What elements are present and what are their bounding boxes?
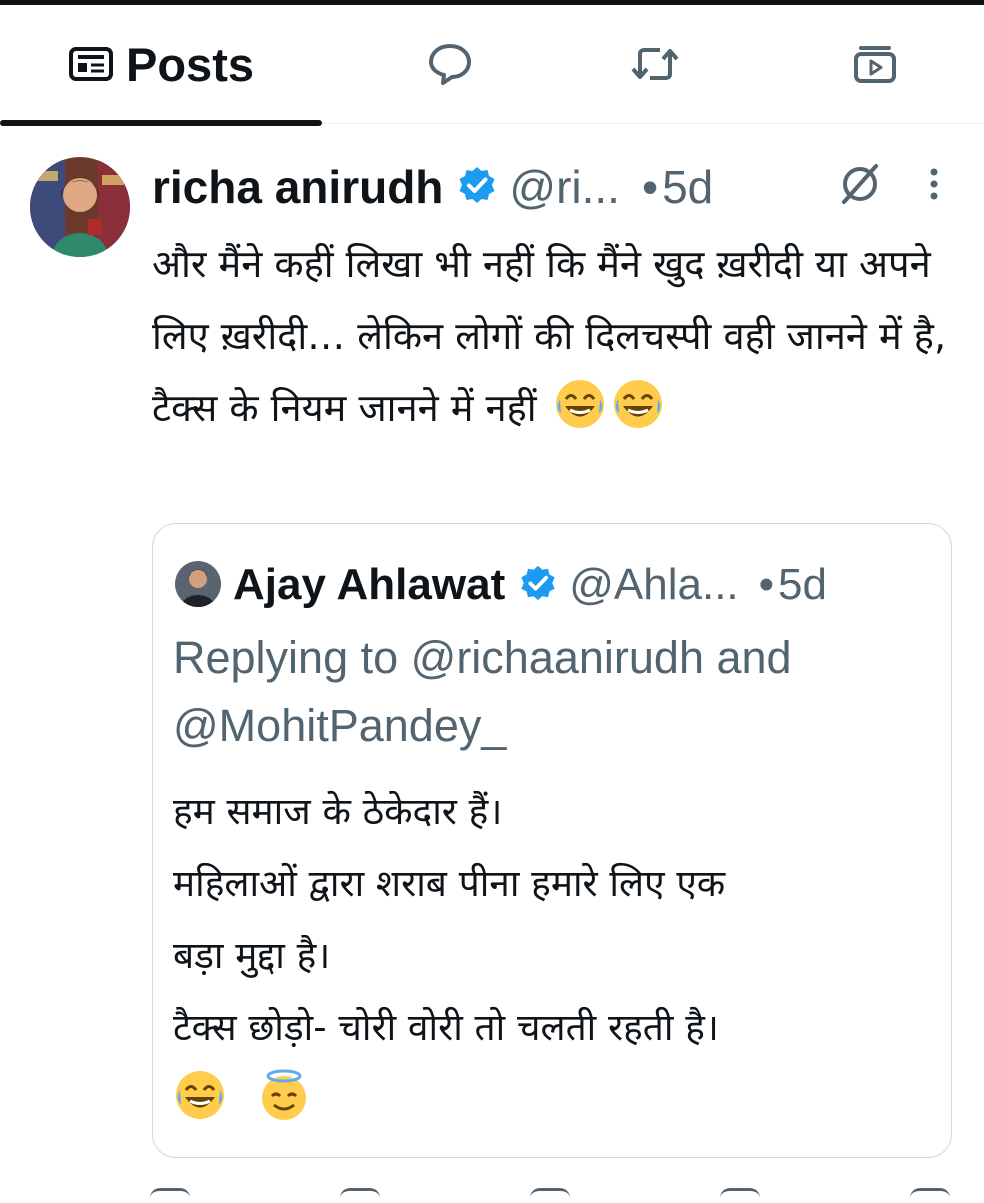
- verified-badge-icon: [457, 165, 497, 209]
- quoted-post-text: हम समाज के ठेकेदार हैं। महिलाओं द्वारा श…: [173, 776, 943, 1136]
- avatar[interactable]: [30, 157, 130, 257]
- profile-tabs: Posts: [0, 5, 984, 126]
- replying-to: Replying to @richaanirudh and @MohitPand…: [173, 632, 792, 751]
- like-icon[interactable]: [530, 1188, 570, 1203]
- laughing-emoji-icon: [173, 1068, 227, 1122]
- laughing-emoji-icon: [611, 377, 665, 431]
- post-text: और मैंने कहीं लिखा भी नहीं कि मैंने खुद …: [152, 228, 952, 444]
- separator-dot: •: [641, 161, 659, 213]
- tab-replies[interactable]: [370, 5, 530, 123]
- quoted-timestamp[interactable]: 5d: [778, 560, 827, 610]
- tab-posts[interactable]: Posts: [0, 5, 322, 123]
- tab-posts-label: Posts: [126, 37, 254, 91]
- quoted-author-handle[interactable]: @Ahla...: [569, 560, 738, 610]
- author-name[interactable]: richa anirudh: [152, 160, 443, 214]
- more-options-icon[interactable]: [922, 166, 946, 210]
- media-icon: [854, 46, 896, 83]
- quoted-emoji-line: [173, 1064, 943, 1136]
- post-body: और मैंने कहीं लिखा भी नहीं कि मैंने खुद …: [152, 242, 947, 430]
- repost-icon[interactable]: [340, 1188, 380, 1203]
- grok-icon[interactable]: [838, 162, 882, 210]
- tab-reposts[interactable]: [575, 5, 735, 123]
- reply-icon[interactable]: [150, 1188, 190, 1203]
- quoted-avatar[interactable]: [175, 561, 221, 607]
- active-tab-indicator: [0, 120, 322, 126]
- post-header: richa anirudh @ri... • 5d: [152, 155, 713, 219]
- quoted-text-line: बड़ा मुद्दा है।: [173, 934, 331, 977]
- author-handle[interactable]: @ri...: [509, 160, 620, 214]
- quoted-text-line: महिलाओं द्वारा शराब पीना हमारे लिए एक: [173, 862, 726, 905]
- quoted-post-card[interactable]: Ajay Ahlawat @Ahla... • 5d Replying to @…: [152, 523, 952, 1158]
- action-bar: [150, 1188, 950, 1200]
- post-timestamp[interactable]: 5d: [662, 160, 713, 214]
- verified-badge-icon: [519, 564, 557, 606]
- laughing-emoji-icon: [553, 377, 607, 431]
- tab-media[interactable]: [795, 5, 955, 123]
- halo-smile-emoji-icon: [257, 1068, 311, 1122]
- quoted-author-name[interactable]: Ajay Ahlawat: [233, 560, 505, 610]
- posts-icon: [69, 47, 113, 81]
- quoted-post-header: Ajay Ahlawat @Ahla... • 5d: [233, 556, 827, 614]
- quoted-text-line: हम समाज के ठेकेदार हैं।: [173, 790, 503, 833]
- views-icon[interactable]: [720, 1188, 760, 1203]
- separator-dot: •: [758, 560, 775, 609]
- reposts-icon: [631, 48, 679, 80]
- quoted-text-line: टैक्स छोड़ो- चोरी वोरी तो चलती रहती है।: [173, 1006, 719, 1049]
- replies-icon: [429, 44, 471, 85]
- share-icon[interactable]: [910, 1188, 950, 1203]
